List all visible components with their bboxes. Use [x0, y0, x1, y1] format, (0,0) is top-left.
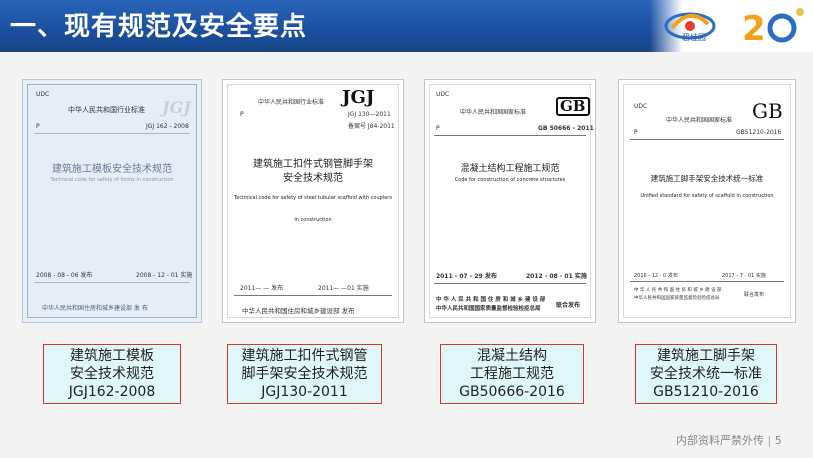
cover-title-en: Technical code for safety of forms in co… — [50, 177, 174, 183]
anniversary-logo-icon: 2 — [742, 8, 804, 49]
joint-publish: 联合发布 — [744, 292, 765, 298]
label-line1: 混凝土结构 — [477, 348, 547, 364]
issue-date: 2016 - 12 - 0 发布 — [634, 273, 678, 279]
label-code: GB50666-2016 — [459, 384, 565, 400]
issuer-text: 中华人民共和国行业标准 — [258, 99, 325, 106]
udc-label: UDC — [436, 91, 450, 98]
code-mark: JGJ — [162, 98, 191, 117]
publisher-line1: 中 华 人 民 共 和 国 住 房 和 城 乡 建 设 部 — [436, 297, 546, 303]
issue-date: 2008 - 08 - 06 发布 — [36, 272, 93, 279]
page-number: 5 — [774, 434, 782, 447]
page-title: 一、现有规范及安全要点 — [10, 12, 308, 42]
publisher-line1: 中 华 人 民 共 和 国 住 房 和 城 乡 建 设 部 — [634, 288, 722, 293]
label-line2: 安全技术统一标准 — [650, 366, 762, 382]
label-code: GB51210-2016 — [653, 384, 759, 400]
cover-title-en: Code for construction of concrete struct… — [454, 177, 566, 183]
record-number: 备案号 J84-2011 — [348, 123, 395, 130]
standard-label-gb50666: 混凝土结构 工程施工规范 GB50666-2016 — [440, 344, 584, 404]
standard-number: GB51210-2016 — [736, 129, 782, 136]
label-line1: 建筑施工模板 — [70, 348, 154, 364]
implement-date: 2017 - 7 - 01 实施 — [722, 273, 766, 279]
p-mark: P — [436, 125, 440, 132]
udc-label: UDC — [36, 91, 50, 98]
label-line1: 建筑施工脚手架 — [657, 348, 755, 364]
svg-text:2: 2 — [742, 9, 766, 49]
label-line1: 建筑施工扣件式钢管 — [241, 348, 368, 364]
label-code: JGJ162-2008 — [68, 384, 156, 400]
company-logo-text: 碧桂园 — [682, 33, 706, 42]
publisher: 中华人民共和国住房和城乡建设部 发 布 — [42, 305, 148, 312]
code-mark: GB — [752, 99, 783, 123]
cover-title-cn-line1: 建筑施工扣件式钢管脚手架 — [253, 159, 373, 170]
p-mark: P — [240, 111, 244, 118]
standard-cover-gb51210: UDC 中华人民共和国国家标准 GB P GB51210-2016 建筑施工脚手… — [618, 79, 796, 323]
standard-cover-gb50666: UDC 中华人民共和国国家标准 GB P GB 50666 - 2011 混凝土… — [424, 79, 596, 323]
standard-label-jgj130: 建筑施工扣件式钢管 脚手架安全技术规范 JGJ130-2011 — [227, 344, 382, 404]
standard-number: JGJ 130—2011 — [348, 111, 391, 118]
cover-title-cn-line2: 安全技术规范 — [283, 173, 343, 184]
p-mark: P — [36, 123, 40, 130]
cover-title-en-line1: Technical code for safety of steel tubul… — [234, 195, 392, 201]
cover-title-en-line2: in construction — [294, 217, 332, 223]
confidential-notice: 内部资料严禁外传 — [676, 434, 764, 447]
issue-date: 2011— — 发布 — [240, 285, 284, 292]
implement-date: 2008 - 12 - 01 实施 — [136, 272, 193, 279]
code-mark: GB — [556, 97, 590, 116]
label-code: JGJ130-2011 — [261, 384, 348, 400]
implement-date: 2011— —01 实施 — [318, 285, 369, 292]
standard-number: GB 50666 - 2011 — [538, 125, 594, 132]
issuer-text: 中华人民共和国国家标准 — [666, 117, 733, 124]
issue-date: 2011 - 07 - 29 发布 — [436, 273, 497, 280]
label-line2: 安全技术规范 — [70, 366, 154, 382]
cover-title-cn: 混凝土结构工程施工规范 — [460, 164, 560, 174]
standard-label-gb51210: 建筑施工脚手架 安全技术统一标准 GB51210-2016 — [635, 344, 777, 404]
publisher-line2: 中华人民共和国国家质量监督检验检疫总局 — [436, 306, 541, 312]
issuer-text: 中华人民共和国行业标准 — [68, 106, 145, 114]
cover-title-cn: 建筑施工模板安全技术规范 — [52, 164, 172, 175]
implement-date: 2012 - 08 - 01 实施 — [526, 273, 587, 280]
cover-title-en: Unified standard for safety of scaffold … — [640, 193, 774, 199]
footer: 内部资料严禁外传 | 5 — [676, 434, 782, 447]
joint-publish: 联合发布 — [556, 302, 581, 309]
label-line2: 工程施工规范 — [470, 366, 554, 382]
standard-number: JGJ 162 - 2008 — [146, 123, 189, 130]
cover-title-cn: 建筑施工脚手架安全技术统一标准 — [650, 174, 764, 183]
standard-cover-jgj162: UDC 中华人民共和国行业标准 JGJ P JGJ 162 - 2008 建筑施… — [22, 79, 202, 323]
label-line2: 脚手架安全技术规范 — [241, 366, 368, 382]
standard-label-jgj162: 建筑施工模板 安全技术规范 JGJ162-2008 — [43, 344, 181, 404]
publisher: 中华人民共和国住房和城乡建设部 发布 — [242, 307, 355, 315]
publisher-line2: 中华人民共和国国家质量监督检验检疫总局 — [634, 296, 720, 301]
issuer-text: 中华人民共和国国家标准 — [460, 109, 527, 116]
p-mark: P — [634, 129, 638, 136]
code-mark: JGJ — [342, 87, 375, 108]
standard-cover-jgj130: 中华人民共和国行业标准 JGJ P JGJ 130—2011 备案号 J84-2… — [222, 79, 404, 323]
udc-label: UDC — [634, 103, 648, 110]
